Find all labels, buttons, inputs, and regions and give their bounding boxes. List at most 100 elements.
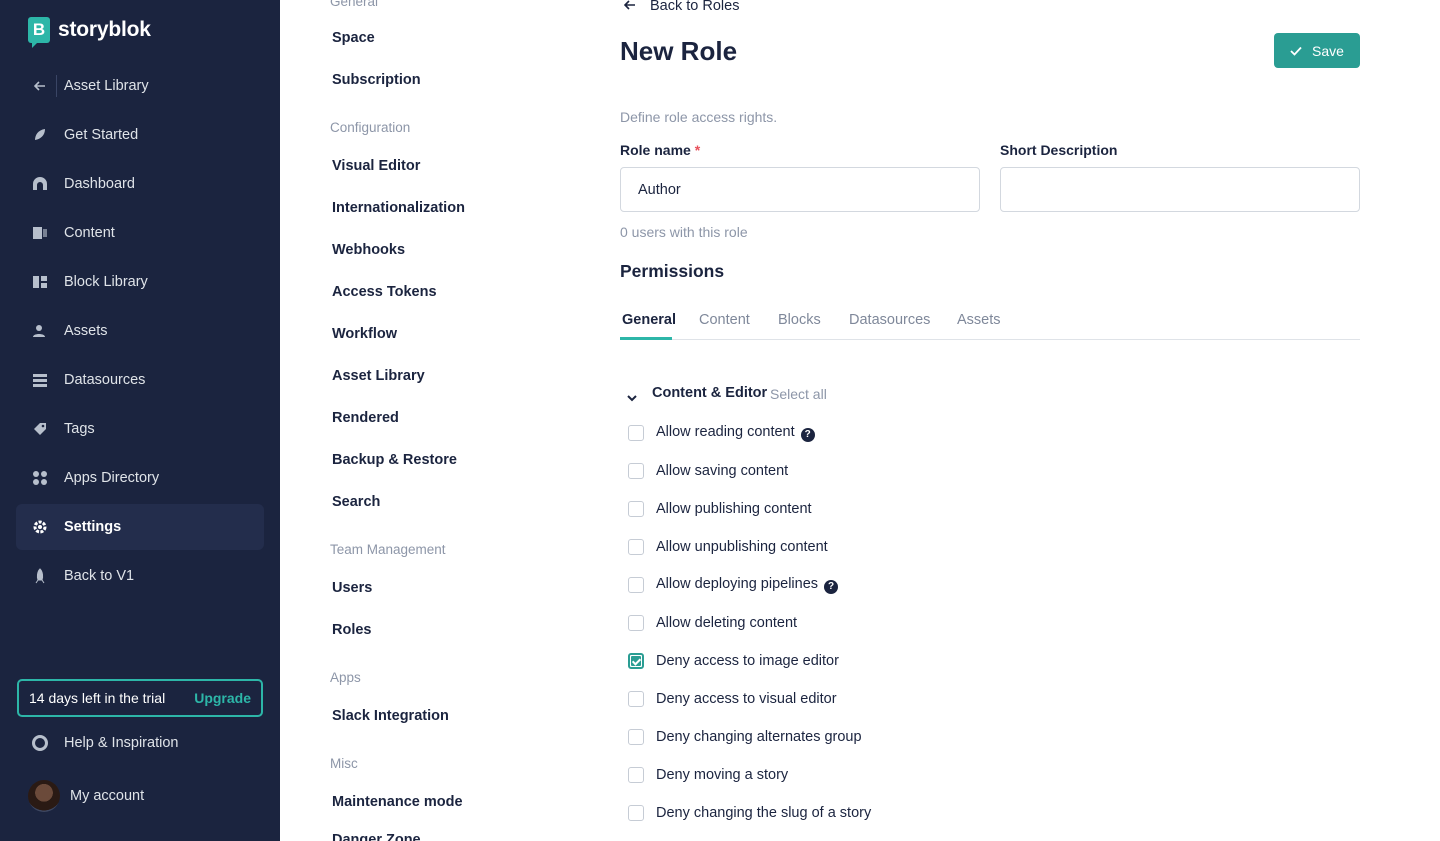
arrow-left-icon	[32, 78, 48, 94]
settings-nav-users[interactable]: Users	[332, 580, 372, 596]
sidebar-item-content[interactable]: Content	[16, 210, 264, 256]
settings-nav-workflow[interactable]: Workflow	[332, 326, 397, 342]
permission-label: Deny changing the slug of a story	[656, 805, 872, 821]
permission-deny-changing-alternates[interactable]: Deny changing alternates group	[628, 726, 862, 748]
checkbox[interactable]	[628, 615, 644, 631]
sidebar-item-settings[interactable]: Settings	[16, 504, 264, 550]
settings-nav-slack-integration[interactable]: Slack Integration	[332, 708, 449, 724]
sidebar-item-label: Asset Library	[64, 78, 149, 94]
checkbox-checked[interactable]	[628, 653, 644, 669]
sidebar-item-tags[interactable]: Tags	[16, 406, 264, 452]
sidebar-item-my-account[interactable]: My account	[22, 773, 222, 819]
permission-allow-unpublishing-content[interactable]: Allow unpublishing content	[628, 536, 828, 558]
dashboard-icon	[32, 176, 48, 192]
settings-nav-visual-editor[interactable]: Visual Editor	[332, 158, 420, 174]
divider	[56, 75, 57, 97]
active-tab-indicator	[620, 337, 672, 340]
sidebar-item-help[interactable]: Help & Inspiration	[16, 720, 264, 766]
back-to-roles-link[interactable]: Back to Roles	[623, 0, 740, 14]
permission-deny-visual-editor[interactable]: Deny access to visual editor	[628, 688, 837, 710]
sidebar-item-dashboard[interactable]: Dashboard	[16, 161, 264, 207]
permission-label: Allow reading content?	[656, 424, 815, 442]
settings-nav-space[interactable]: Space	[332, 30, 375, 46]
short-description-label: Short Description	[1000, 142, 1118, 158]
permission-deny-moving-story[interactable]: Deny moving a story	[628, 764, 788, 786]
sidebar-item-back-to-v1[interactable]: Back to V1	[16, 553, 264, 599]
permission-allow-saving-content[interactable]: Allow saving content	[628, 460, 788, 482]
role-name-input[interactable]	[620, 167, 980, 212]
apps-icon	[32, 470, 48, 486]
settings-nav-maintenance-mode[interactable]: Maintenance mode	[332, 794, 463, 810]
settings-nav-roles[interactable]: Roles	[332, 622, 372, 638]
chevron-down-icon[interactable]	[627, 389, 637, 407]
sidebar-item-label: Apps Directory	[64, 470, 160, 486]
help-icon[interactable]: ?	[824, 580, 839, 594]
section-heading-configuration: Configuration	[330, 120, 411, 135]
main-sidebar: B storyblok Asset Library Get Started Da…	[0, 0, 280, 841]
content-icon	[32, 225, 48, 241]
settings-nav-danger-zone[interactable]: Danger Zone	[332, 832, 421, 841]
help-icon[interactable]: ?	[800, 428, 815, 442]
short-description-input[interactable]	[1000, 167, 1360, 212]
page-title: New Role	[620, 36, 738, 66]
trial-text: 14 days left in the trial	[29, 690, 166, 706]
sidebar-item-assets[interactable]: Assets	[16, 308, 264, 354]
sidebar-item-block-library[interactable]: Block Library	[16, 259, 264, 305]
section-heading-team-management: Team Management	[330, 542, 446, 557]
sidebar-item-label: Datasources	[64, 372, 146, 388]
tab-datasources[interactable]: Datasources	[849, 312, 930, 328]
permission-deny-image-editor[interactable]: Deny access to image editor	[628, 650, 839, 672]
tab-content[interactable]: Content	[699, 312, 750, 328]
sidebar-back-asset-library[interactable]: Asset Library	[16, 63, 264, 109]
tab-general[interactable]: General	[622, 312, 676, 328]
checkbox[interactable]	[628, 501, 644, 517]
storyblok-logo[interactable]: B storyblok	[28, 17, 151, 48]
settings-nav-search[interactable]: Search	[332, 494, 380, 510]
permission-label-text: Allow reading content	[656, 424, 795, 440]
settings-nav-asset-library[interactable]: Asset Library	[332, 368, 425, 384]
section-heading-general: General	[330, 0, 379, 9]
permission-allow-deleting-content[interactable]: Allow deleting content	[628, 612, 797, 634]
tab-blocks[interactable]: Blocks	[778, 312, 821, 328]
sidebar-item-get-started[interactable]: Get Started	[16, 112, 264, 158]
sidebar-item-label: Tags	[64, 421, 95, 437]
checkbox[interactable]	[628, 463, 644, 479]
permission-label: Allow unpublishing content	[656, 539, 828, 555]
upgrade-link[interactable]: Upgrade	[194, 690, 251, 706]
sidebar-item-datasources[interactable]: Datasources	[16, 357, 264, 403]
checkbox[interactable]	[628, 729, 644, 745]
gear-icon	[32, 519, 48, 535]
checkbox[interactable]	[628, 539, 644, 555]
settings-nav-webhooks[interactable]: Webhooks	[332, 242, 405, 258]
permission-allow-publishing-content[interactable]: Allow publishing content	[628, 498, 812, 520]
sidebar-item-label: Assets	[64, 323, 108, 339]
tab-assets[interactable]: Assets	[957, 312, 1001, 328]
settings-nav-internationalization[interactable]: Internationalization	[332, 200, 465, 216]
sidebar-item-label: Get Started	[64, 127, 139, 143]
permission-label: Deny moving a story	[656, 767, 789, 783]
permission-label: Allow deleting content	[656, 615, 798, 631]
save-button[interactable]: Save	[1274, 33, 1360, 68]
checkbox[interactable]	[628, 767, 644, 783]
select-all-link[interactable]: Select all	[770, 386, 827, 402]
permission-label-text: Allow deploying pipelines	[656, 576, 819, 592]
sidebar-item-label: Content	[64, 225, 115, 241]
permission-allow-deploying-pipelines[interactable]: Allow deploying pipelines?	[628, 574, 839, 596]
settings-nav-rendered[interactable]: Rendered	[332, 410, 399, 426]
checkbox[interactable]	[628, 805, 644, 821]
rocket-icon	[32, 568, 48, 584]
permission-deny-changing-slug[interactable]: Deny changing the slug of a story	[628, 802, 871, 824]
checkbox[interactable]	[628, 691, 644, 707]
lifebuoy-icon	[32, 735, 48, 751]
checkbox[interactable]	[628, 425, 644, 441]
settings-nav-subscription[interactable]: Subscription	[332, 72, 421, 88]
settings-nav-backup-restore[interactable]: Backup & Restore	[332, 452, 457, 468]
permission-allow-reading-content[interactable]: Allow reading content?	[628, 422, 815, 444]
back-link-label: Back to Roles	[650, 0, 740, 14]
sidebar-item-apps-directory[interactable]: Apps Directory	[16, 455, 264, 501]
permission-label: Deny access to visual editor	[656, 691, 837, 707]
save-button-label: Save	[1312, 42, 1344, 59]
settings-nav-access-tokens[interactable]: Access Tokens	[332, 284, 437, 300]
sidebar-item-label: Back to V1	[64, 568, 135, 584]
checkbox[interactable]	[628, 577, 644, 593]
